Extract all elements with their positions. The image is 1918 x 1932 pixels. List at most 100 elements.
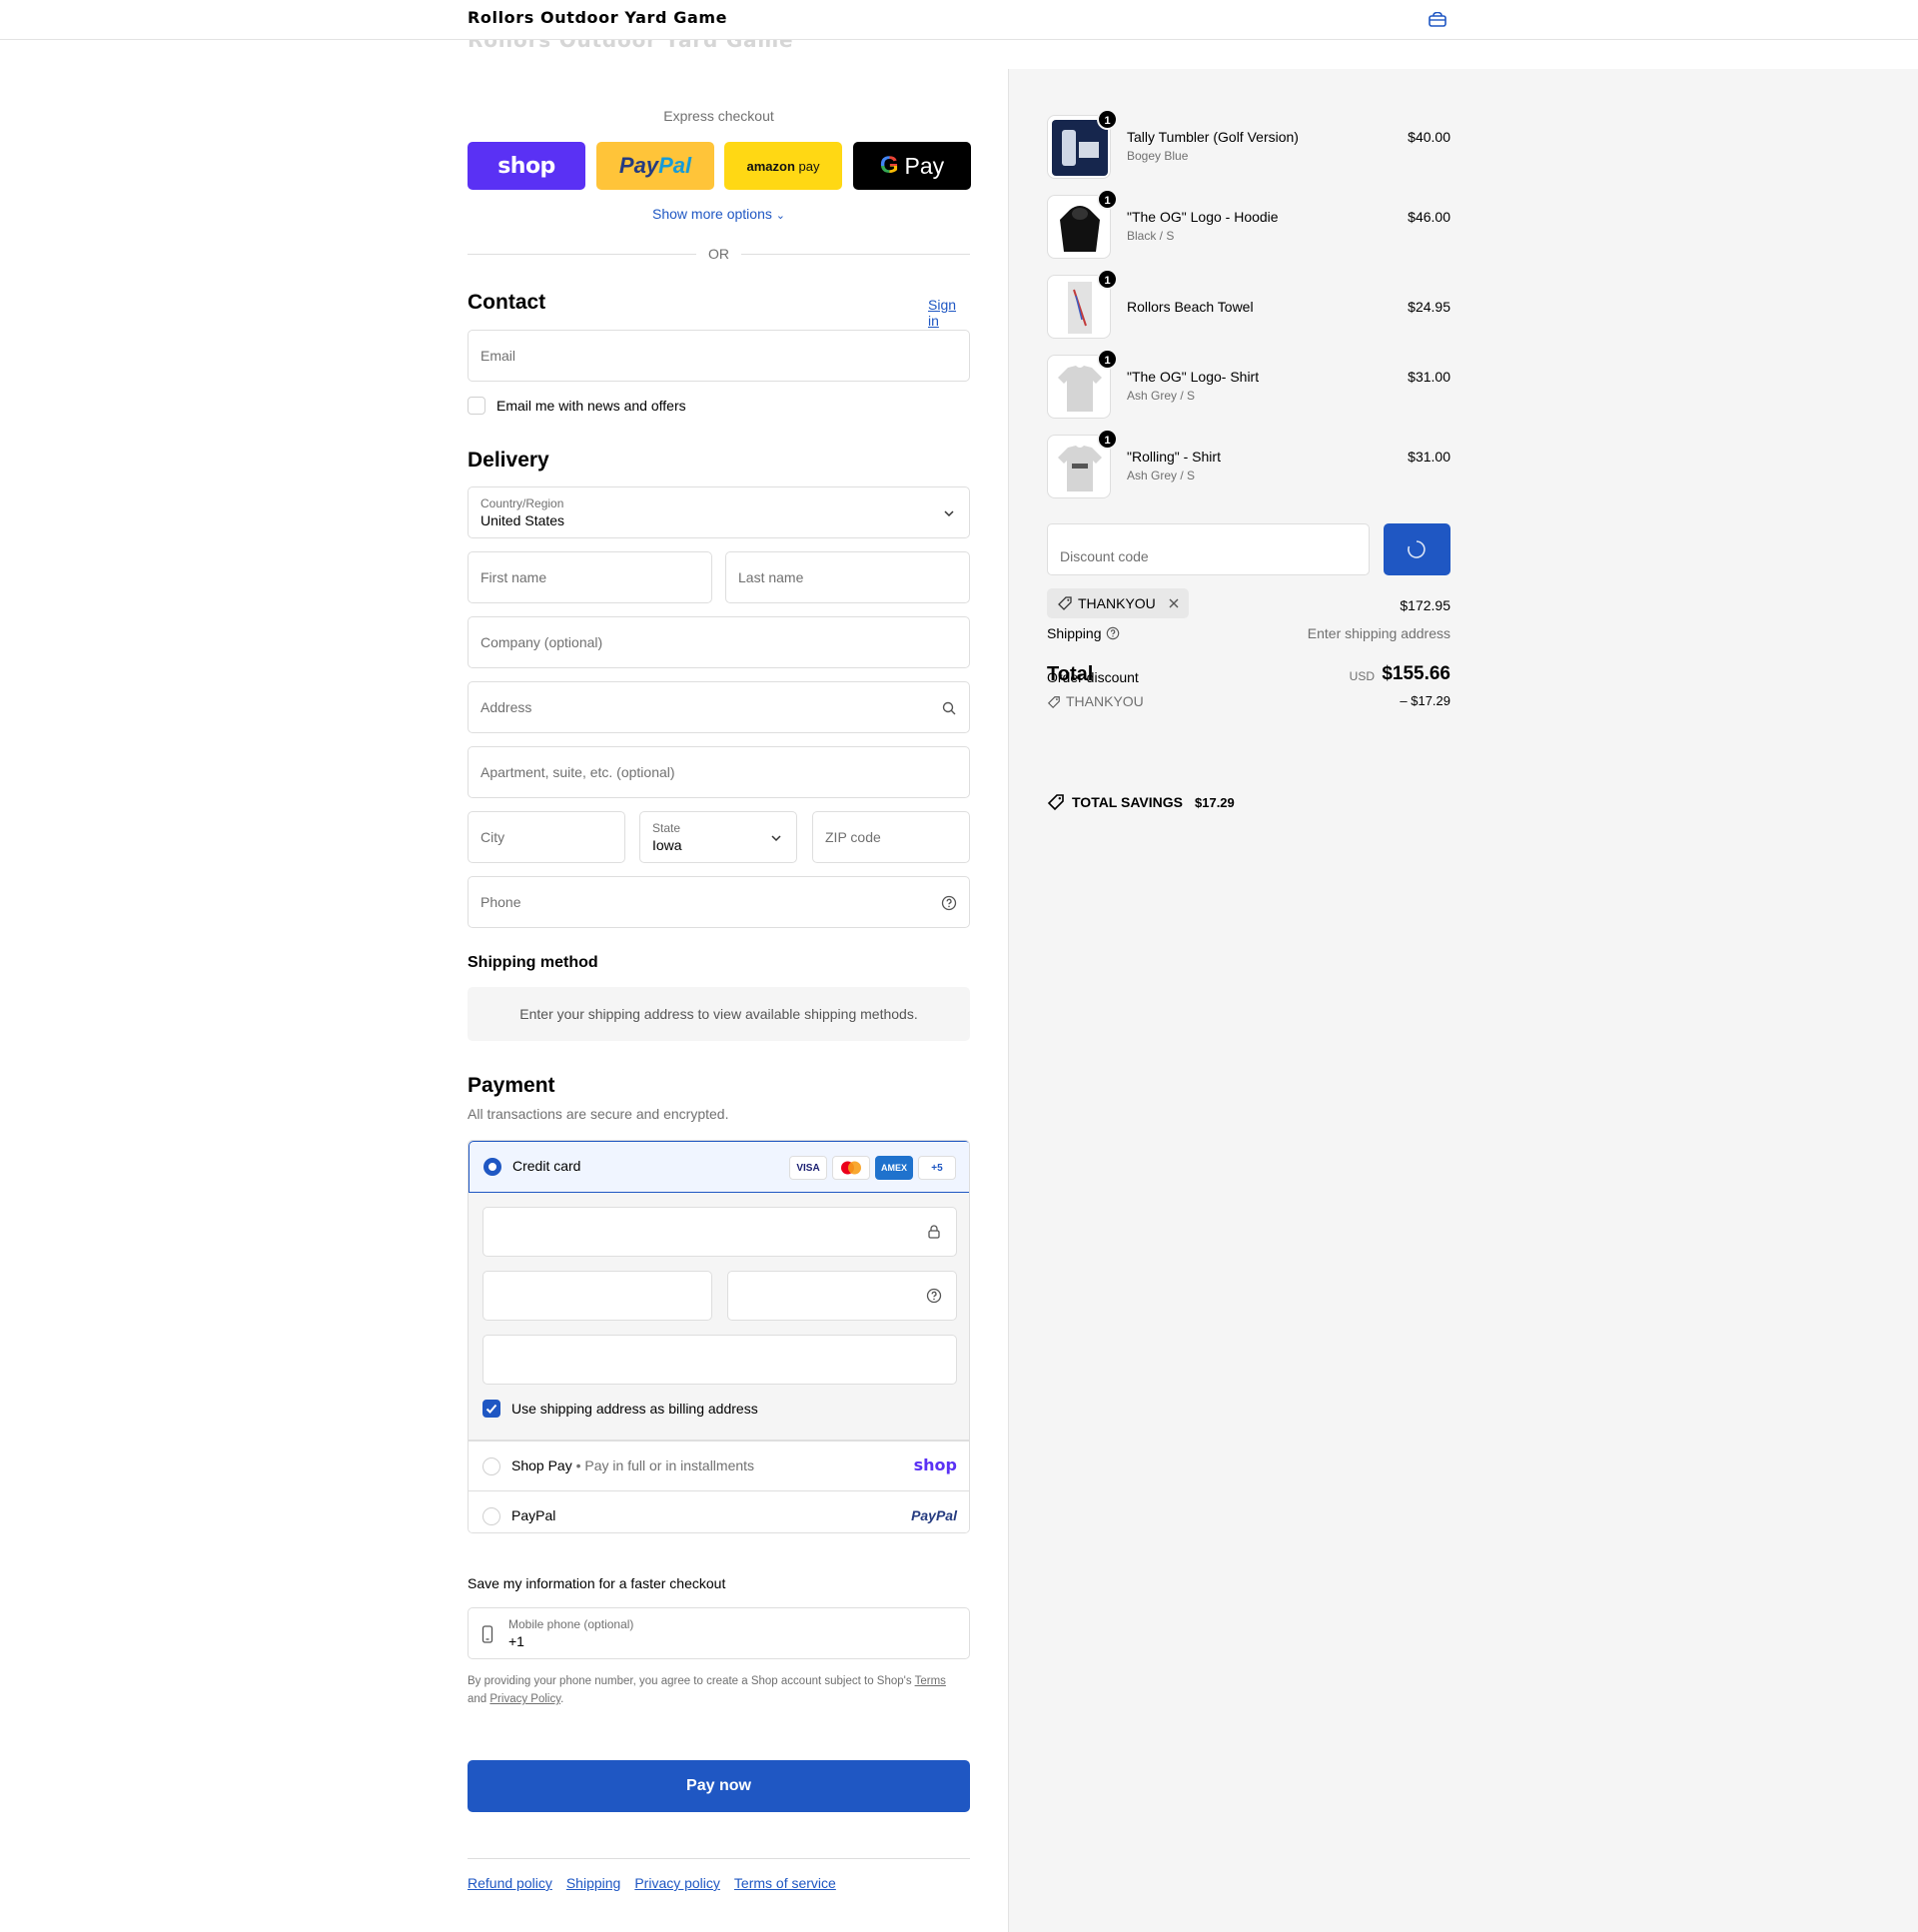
store-name[interactable]: Rollors Outdoor Yard Game [468, 8, 727, 27]
spinner-icon [1408, 540, 1426, 558]
discount-code-label: THANKYOU [1066, 693, 1144, 709]
item-name: Rollors Beach Towel [1127, 299, 1254, 315]
bag-icon[interactable] [1428, 12, 1447, 28]
item-price: $40.00 [1408, 129, 1450, 145]
close-icon[interactable] [1167, 596, 1181, 610]
paypal-express-button[interactable]: Pay Pal [596, 142, 714, 190]
credit-card-form: Use shipping address as billing address [469, 1193, 969, 1441]
amazon-pay-express-button[interactable]: amazon pay [724, 142, 842, 190]
news-offers-checkbox[interactable] [468, 397, 485, 415]
billing-same-checkbox[interactable] [482, 1400, 500, 1418]
check-icon [485, 1404, 497, 1414]
discount-code-field[interactable]: Discount code [1047, 523, 1370, 575]
save-info-title: Save my information for a faster checkou… [468, 1575, 726, 1591]
footer-links: Refund policy Shipping Privacy policy Te… [468, 1875, 836, 1891]
credit-card-option[interactable]: Credit card VISA AMEX +5 [469, 1141, 969, 1193]
refund-policy-link[interactable]: Refund policy [468, 1875, 552, 1891]
footer-divider [468, 1858, 970, 1859]
item-name: "The OG" Logo - Hoodie [1127, 209, 1279, 225]
shop-pay-option[interactable]: Shop Pay • Pay in full or in installment… [469, 1441, 969, 1490]
zip-field[interactable]: ZIP code [812, 811, 970, 863]
terms-of-service-link[interactable]: Terms of service [734, 1875, 836, 1891]
cart-item: 1 "The OG" Logo- Shirt Ash Grey / S $31.… [1047, 349, 1450, 421]
quantity-badge: 1 [1097, 269, 1118, 290]
shipping-method-info: Enter your shipping address to view avai… [468, 987, 970, 1041]
shop-terms-link[interactable]: Terms [915, 1675, 946, 1687]
total-savings-value: $17.29 [1195, 795, 1235, 810]
apply-discount-button[interactable] [1384, 523, 1450, 575]
email-field[interactable]: Email [468, 330, 970, 382]
mobile-phone-field[interactable]: Mobile phone (optional) +1 [468, 1607, 970, 1659]
quantity-badge: 1 [1097, 109, 1118, 130]
mobile-phone-icon [481, 1625, 493, 1643]
applied-discount-chip: THANKYOU [1047, 588, 1189, 618]
item-name: Tally Tumbler (Golf Version) [1127, 129, 1299, 145]
total-savings-label: TOTAL SAVINGS [1072, 794, 1183, 810]
quantity-badge: 1 [1097, 349, 1118, 370]
help-icon[interactable] [941, 895, 957, 911]
shipping-link[interactable]: Shipping [566, 1875, 621, 1891]
quantity-badge: 1 [1097, 189, 1118, 210]
item-variant: Ash Grey / S [1127, 389, 1196, 403]
shipping-method-heading: Shipping method [468, 954, 598, 971]
last-name-field[interactable]: Last name [725, 551, 970, 603]
item-price: $46.00 [1408, 209, 1450, 225]
name-on-card-field[interactable] [482, 1335, 957, 1385]
payment-heading: Payment [468, 1074, 555, 1097]
city-field[interactable]: City [468, 811, 625, 863]
shop-privacy-link[interactable]: Privacy Policy [489, 1693, 560, 1705]
currency-code: USD [1349, 669, 1375, 683]
more-cards-badge: +5 [918, 1156, 956, 1180]
order-summary-panel [1008, 69, 1918, 1932]
phone-field[interactable]: Phone [468, 876, 970, 928]
sign-in-link[interactable]: Sign in [928, 297, 970, 329]
paypal-option[interactable]: PayPal PayPal [469, 1490, 969, 1532]
cart-item: 1 Rollors Beach Towel $24.95 [1047, 269, 1450, 341]
item-name: "The OG" Logo- Shirt [1127, 369, 1260, 385]
pay-now-button[interactable]: Pay now [468, 1760, 970, 1812]
express-checkout-title: Express checkout [663, 108, 774, 124]
contact-heading: Contact [468, 291, 546, 314]
state-select[interactable]: State Iowa [639, 811, 797, 863]
first-name-field[interactable]: First name [468, 551, 712, 603]
discount-amount: – $17.29 [1400, 693, 1450, 708]
help-icon[interactable] [926, 1288, 942, 1304]
shop-pay-radio[interactable] [482, 1457, 500, 1475]
country-select[interactable]: Country/Region United States [468, 486, 970, 538]
news-offers-label: Email me with news and offers [496, 398, 686, 414]
shop-pay-express-button[interactable]: shop [468, 142, 585, 190]
payment-methods: Credit card VISA AMEX +5 Use shipping ad… [468, 1140, 970, 1533]
top-bar: Rollors Outdoor Yard Game [0, 0, 1918, 40]
address-field[interactable]: Address [468, 681, 970, 733]
show-more-options-link[interactable]: Show more options ⌄ [468, 206, 970, 222]
amex-icon: AMEX [875, 1156, 913, 1180]
tag-icon [1058, 596, 1072, 610]
paypal-logo: PayPal [911, 1507, 957, 1523]
quantity-badge: 1 [1097, 429, 1118, 450]
visa-icon: VISA [789, 1156, 827, 1180]
chevron-down-icon: ⌄ [775, 210, 785, 222]
privacy-policy-link[interactable]: Privacy policy [634, 1875, 720, 1891]
google-pay-express-button[interactable]: G Pay [853, 142, 971, 190]
company-field[interactable]: Company (optional) [468, 616, 970, 668]
help-icon[interactable] [1106, 626, 1120, 640]
or-divider: OR [468, 244, 970, 264]
savings-tag-icon [1047, 794, 1064, 811]
phone-legal-text: By providing your phone number, you agre… [468, 1675, 946, 1705]
mastercard-icon [832, 1156, 870, 1180]
shipping-value: Enter shipping address [1307, 625, 1450, 641]
card-number-field[interactable] [482, 1207, 957, 1257]
subtotal-value: $172.95 [1400, 597, 1450, 613]
paypal-radio[interactable] [482, 1507, 500, 1525]
cart-item: 1 "The OG" Logo - Hoodie Black / S $46.0… [1047, 189, 1450, 261]
apartment-field[interactable]: Apartment, suite, etc. (optional) [468, 746, 970, 798]
paypal-label: PayPal [511, 1507, 556, 1523]
security-code-field[interactable] [727, 1271, 957, 1321]
cart-item: 1 "Rolling" - Shirt Ash Grey / S $31.00 [1047, 429, 1450, 500]
cart-item: 1 Tally Tumbler (Golf Version) Bogey Blu… [1047, 109, 1450, 181]
credit-card-radio[interactable] [483, 1158, 501, 1176]
expiration-field[interactable] [482, 1271, 712, 1321]
lock-icon [928, 1225, 940, 1239]
delivery-heading: Delivery [468, 449, 549, 472]
payment-subtitle: All transactions are secure and encrypte… [468, 1106, 729, 1122]
